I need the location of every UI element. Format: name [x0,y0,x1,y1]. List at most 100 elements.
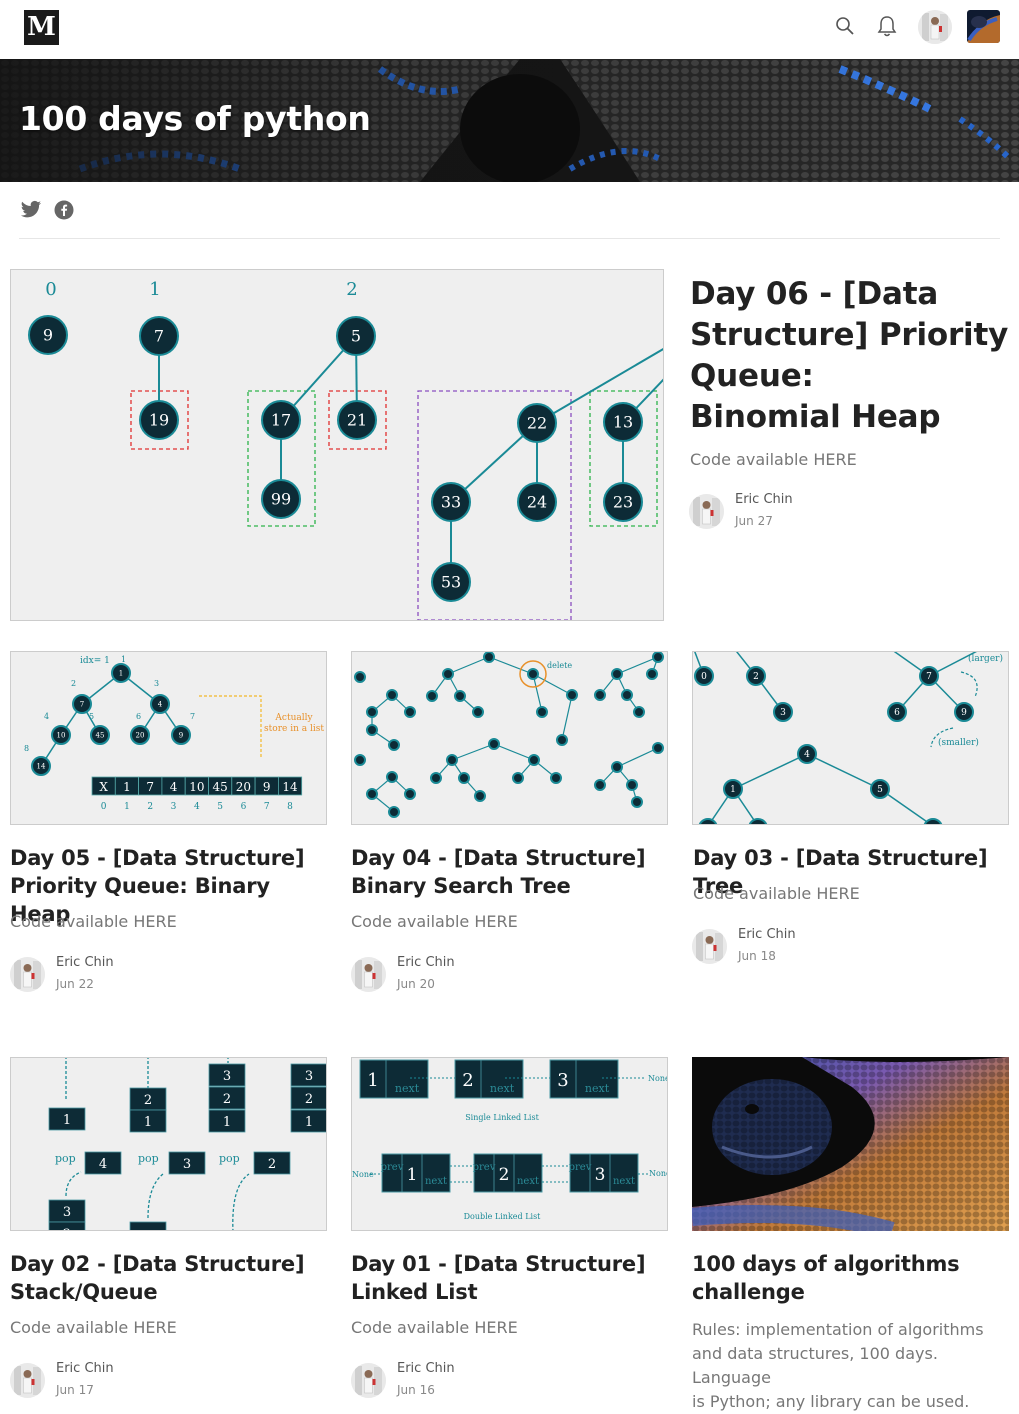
search-icon[interactable] [834,15,856,41]
author-avatar[interactable] [692,929,727,964]
node-label: 23 [613,493,633,512]
tree-node [474,790,486,802]
node-label: 9 [43,326,53,345]
python-snake-photo [692,1057,1009,1231]
author-avatar[interactable] [351,1363,386,1398]
node-label: 14 [37,762,46,770]
featured-title-line: Structure] Priority [690,317,1009,353]
twitter-icon[interactable] [20,200,42,224]
post-image-day04[interactable]: delete [351,651,668,825]
post-image-challenge[interactable] [692,1057,1009,1231]
tree-node [631,796,643,808]
node-label: 10 [57,731,66,739]
tree-node [633,706,645,718]
post-title-day02[interactable]: Day 02 - [Data Structure] Stack/Queue [10,1250,330,1306]
prev-label: prev [473,1162,496,1173]
stack-value: 3 [305,1069,313,1084]
array-value: 10 [189,780,204,794]
post-title-day04[interactable]: Day 04 - [Data Structure] Binary Search … [351,844,671,900]
author-name[interactable]: Eric Chin [397,955,455,970]
publication-header: 100 days of python [0,59,1019,182]
author-avatar[interactable] [10,957,45,992]
author-avatar[interactable] [10,1363,45,1398]
title-line: Stack/Queue [10,1280,158,1304]
tree-edge [493,743,535,761]
tree-edge [732,753,808,790]
node-label: 33 [441,493,461,512]
medium-logo[interactable]: M [24,10,59,45]
author-name[interactable]: Eric Chin [397,1361,455,1376]
post-image-day02[interactable]: 1 2 1 3 2 1 3 2 1 4 3 2 3 2 pop pop pop [10,1057,327,1231]
delete-label: delete [547,661,572,670]
featured-post-title[interactable]: Day 06 - [Data Structure] Priority Queue… [690,274,1010,438]
facebook-icon[interactable] [54,200,74,224]
stack-cell [129,1221,167,1230]
post-image-day05[interactable]: idx= 1 1 7 4 10 45 20 9 14 1 2 3 4 5 6 7 8 Actually store … [10,651,327,825]
node-label: 9 [961,708,967,718]
post-image-day03[interactable]: 0 2 3 7 6 9 4 1 5 (larger) (smaller) [692,651,1009,825]
tree-node [556,734,568,746]
title-line: Binary Search Tree [351,874,571,898]
tree-edge [561,694,573,741]
array-value: 20 [236,780,251,794]
tree-edge [532,673,573,696]
stack-value: 1 [305,1115,313,1130]
array-value: 1 [123,780,131,794]
featured-title-line: Queue: [690,358,814,394]
double-list-caption: Double Linked List [464,1212,542,1221]
stack-value: 2 [268,1157,276,1172]
prev-label: prev [381,1162,404,1173]
none-label: None [649,1169,668,1178]
tree-node [923,818,943,824]
author-name[interactable]: Eric Chin [738,927,796,942]
author-avatar[interactable] [351,957,386,992]
node-value: 2 [499,1165,510,1185]
array-index: 4 [194,802,200,812]
featured-post-author: Eric Chin Jun 27 [689,492,889,532]
binomial-heap-diagram: 0 1 2 9 7 19 5 17 21 99 22 13 33 24 23 53 [28,279,663,620]
none-label: None [648,1074,668,1083]
post-author-day03: Eric Chin Jun 18 [692,927,892,967]
stack-value: 2 [63,1227,71,1231]
tree-node [404,706,416,718]
none-label: None [352,1170,374,1179]
author-avatar[interactable] [689,494,724,529]
post-title-day01[interactable]: Day 01 - [Data Structure] Linked List [351,1250,671,1306]
user-avatar[interactable] [918,10,952,44]
next-label: next [613,1176,635,1187]
heap-index-label: 2 [71,679,76,688]
post-title-challenge[interactable]: 100 days of algorithms challenge [692,1250,1012,1306]
bell-icon[interactable] [876,14,898,42]
author-name[interactable]: Eric Chin [735,492,793,507]
tree-diagram: 0 2 3 7 6 9 4 1 5 (larger) (smaller) [694,652,1003,824]
tree-edge [806,753,881,790]
array-index: 0 [101,802,107,812]
publication-avatar[interactable] [967,10,1000,43]
array-index: 8 [287,802,293,812]
section-divider [19,238,1000,239]
node-label: 19 [149,411,169,430]
heap-index-label: 4 [44,712,49,721]
post-image-day01[interactable]: 1 next 2 next 3 next None Single Linked List pre… [351,1057,668,1231]
tree-node [652,652,664,663]
featured-post-image[interactable]: 0 1 2 9 7 19 5 17 21 99 22 13 33 24 23 53 [10,269,664,621]
post-subtitle-day02: Code available HERE [10,1318,177,1337]
node-label: 20 [136,731,145,739]
array-index: 3 [171,802,177,812]
author-name[interactable]: Eric Chin [56,955,114,970]
post-subtitle-challenge: Rules: implementation of algorithms and … [692,1318,1012,1414]
node-label: 6 [894,708,900,718]
avatar-photo [689,494,724,529]
next-label: next [425,1176,447,1187]
tree-node [388,739,400,751]
tree-node [594,779,606,791]
tree-node [594,689,606,701]
tree-edge [451,743,495,761]
pop-label: pop [55,1152,76,1165]
author-name[interactable]: Eric Chin [56,1361,114,1376]
tree-node [430,772,442,784]
avatar-photo [351,1363,386,1398]
tree-node [386,689,398,701]
note-text: store in a list [264,724,324,734]
larger-label: (larger) [968,653,1003,664]
